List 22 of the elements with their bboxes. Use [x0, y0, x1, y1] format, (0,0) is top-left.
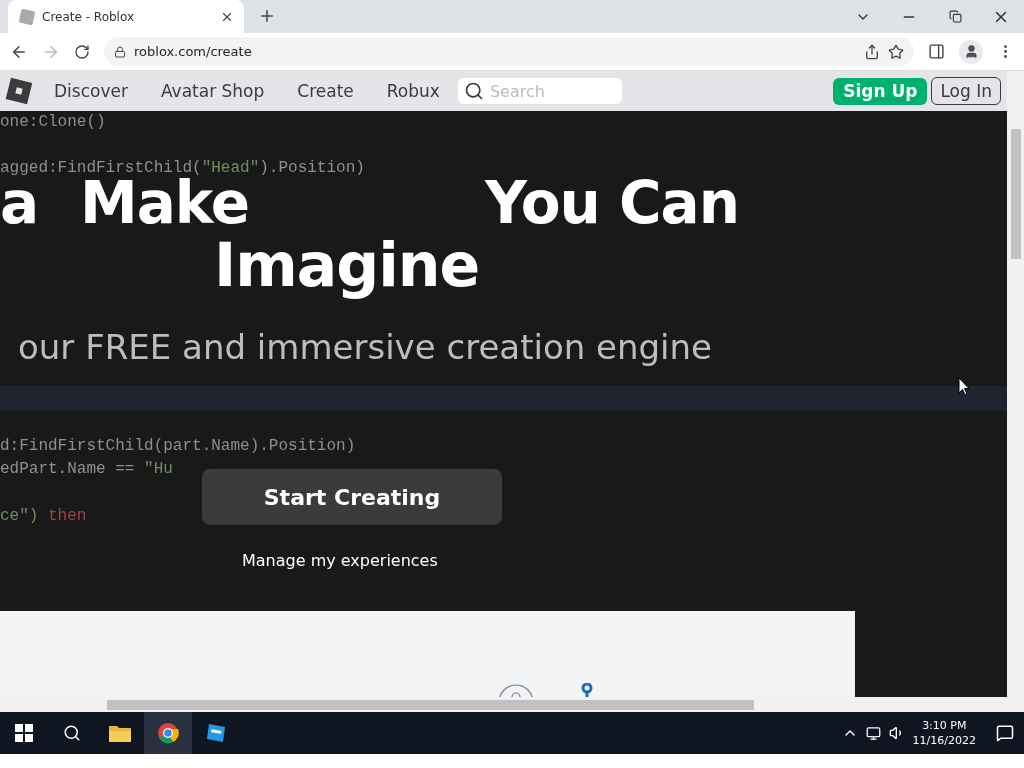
nav-link[interactable]: Create — [297, 81, 354, 101]
start-creating-button[interactable]: Start Creating — [202, 469, 502, 525]
nav-link[interactable]: Discover — [54, 81, 128, 101]
headline-text: You Can — [485, 179, 739, 231]
browser-tab[interactable]: Create - Roblox — [8, 0, 244, 33]
nav-link[interactable]: Avatar Shop — [160, 81, 265, 101]
code-line: one:Clone() — [0, 113, 107, 131]
address-bar[interactable]: roblox.com/create — [104, 37, 914, 66]
code-line: agged:FindFirstChild("Head").Position) — [0, 159, 365, 177]
subtitle: our FREE and immersive creation engine — [18, 327, 714, 367]
manage-link[interactable]: Manage my experiences — [242, 551, 438, 570]
code-line: ce") then — [0, 507, 87, 525]
tab-title: Create - Roblox — [42, 9, 135, 24]
headline-text: Make — [80, 179, 250, 231]
search-field[interactable]: Search — [457, 78, 622, 104]
headline-text: a — [0, 179, 39, 231]
headline-text: Imagine — [214, 231, 480, 299]
code-line: edPart.Name == "Hu — [0, 460, 174, 478]
clock[interactable]: 3:10 PM 11/16/2022 — [912, 718, 976, 748]
log-in-button[interactable]: Log In — [931, 77, 1001, 105]
nav-link[interactable]: Robux — [386, 81, 440, 101]
code-line: d:FindFirstChild(part.Name).Position) — [0, 437, 356, 455]
